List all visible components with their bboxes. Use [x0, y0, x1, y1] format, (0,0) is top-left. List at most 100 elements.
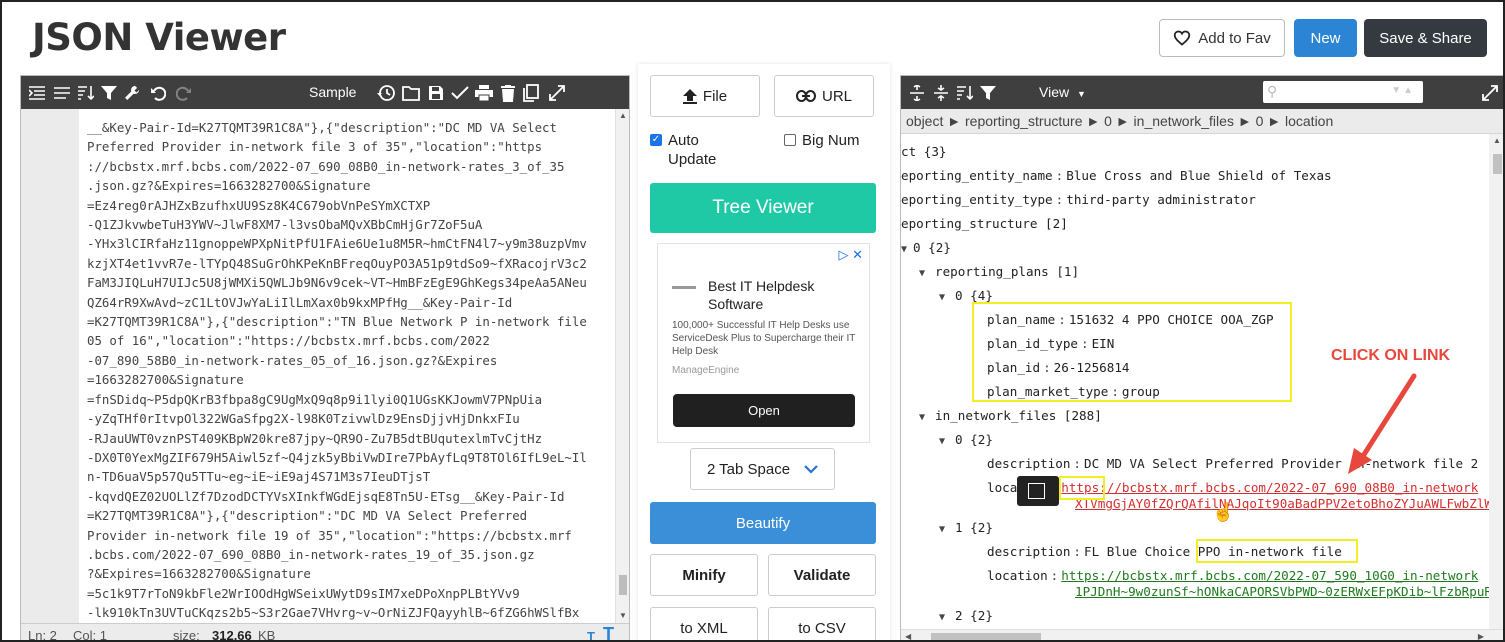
code-line[interactable]: =K27TQMT39R1C8A"},{"description":"TN Blu… [87, 312, 617, 331]
font-smaller-button[interactable]: T [587, 629, 595, 640]
tree-root[interactable]: ct {3} [901, 144, 947, 160]
save-share-button[interactable]: Save & Share [1364, 19, 1487, 57]
view-menu[interactable]: View ▼ [1039, 84, 1086, 100]
check-icon[interactable] [449, 82, 471, 104]
code-line[interactable]: =K27TQMT39R1C8A"},{"description":"DC MD … [87, 506, 617, 525]
expand-icon[interactable] [546, 82, 568, 104]
copy-icon[interactable] [520, 82, 542, 104]
filter-icon[interactable] [98, 82, 120, 104]
expand-all-icon[interactable] [906, 82, 928, 104]
tree-node[interactable]: eporting_entity_name: Blue Cross and Blue… [901, 168, 1332, 184]
tree-scrollbar[interactable]: ▲ [1489, 134, 1503, 629]
code-line[interactable]: -YHx3lCIRfaHz11gnoppeWPXpNitPfU1FAie6Ue1… [87, 234, 617, 253]
tree-node[interactable]: ▼ in_network_files [288] [919, 408, 1102, 426]
undo-icon[interactable] [147, 82, 169, 104]
code-line[interactable]: .bcbs.com/2022-07_690_08B0_in-network-ra… [87, 545, 617, 564]
to-xml-button[interactable]: to XML [650, 607, 758, 640]
redo-icon[interactable] [173, 82, 195, 104]
code-line[interactable]: __&Key-Pair-Id=K27TQMT39R1C8A"},{"descri… [87, 118, 617, 137]
tree-node[interactable]: eporting_structure [2] [901, 216, 1068, 232]
ad-choices-icon[interactable]: ▷ ✕ [838, 247, 863, 263]
collapse-all-icon[interactable] [930, 82, 952, 104]
tree-node[interactable]: ▼ 1 {2} [939, 520, 993, 538]
code-line[interactable]: -RJauUWT0vznPST409KBpW20kre87jpy~QR9O-Zu… [87, 429, 617, 448]
history-icon[interactable] [375, 82, 397, 104]
breadcrumb[interactable]: object ► reporting_structure ► 0 ► in_ne… [901, 109, 1503, 134]
location-link[interactable]: https://bcbstx.mrf.bcbs.com/2022-07_690_… [1061, 480, 1478, 495]
code-line[interactable]: =Ez4reg0rAJHZxBzufhxUU9Sz8K4C679obVnPeSY… [87, 196, 617, 215]
code-line[interactable]: n-TD6uaV5p57Qu5TTu~eg~iE~iE9aj4S71M3s7Ie… [87, 467, 617, 486]
minify-button[interactable]: Minify [650, 554, 758, 596]
scroll-right-icon[interactable]: ▶ [1478, 632, 1484, 640]
tree-leaf[interactable]: location:https://bcbstx.mrf.bcbs.com/202… [987, 568, 1478, 584]
tree-leaf-continued[interactable]: 1PJDnH~9w0zunSf~hONkaCAPORSVbPWD~0zERWxE… [1075, 584, 1491, 600]
tree-node[interactable]: ▼ 2 {2} [939, 608, 993, 626]
scroll-down-icon[interactable]: ▼ [616, 609, 629, 623]
save-icon[interactable] [425, 82, 447, 104]
tree-search-input[interactable]: ⚲ ▼▲ [1263, 81, 1423, 103]
scroll-up-icon[interactable]: ▲ [616, 109, 629, 123]
search-nav-icon[interactable]: ▼▲ [1391, 85, 1415, 96]
code-text[interactable]: __&Key-Pair-Id=K27TQMT39R1C8A"},{"descri… [87, 118, 617, 623]
code-editor[interactable]: __&Key-Pair-Id=K27TQMT39R1C8A"},{"descri… [21, 109, 629, 623]
code-line[interactable]: -lk910kTn3UVTuCKqzs2b5~S3r2Gae7VHvrg~v~O… [87, 603, 617, 622]
file-button[interactable]: File [650, 75, 760, 117]
wrench-icon[interactable] [121, 82, 143, 104]
sort-icon[interactable] [75, 82, 97, 104]
tree-node[interactable]: ▼ reporting_plans [1] [919, 264, 1079, 282]
sample-button[interactable]: Sample [309, 84, 356, 100]
location-link-continued[interactable]: XTVmgGjAY0fZQrQAfilNAJqoIt90aBadPPV2etoB… [1075, 496, 1491, 511]
validate-button[interactable]: Validate [768, 554, 876, 596]
sort-icon[interactable] [954, 82, 976, 104]
code-line[interactable]: -yZqTHf0rItvpOl322WGaSfpg2X-l98K0TzivwlD… [87, 409, 617, 428]
code-line[interactable]: FaM3JIQLuH7UIJc5U8jWMXi5QWLJb9N6v9cek~VT… [87, 273, 617, 292]
ad-title[interactable]: Best IT Helpdesk Software [708, 277, 858, 313]
tab-space-select[interactable]: 2 Tab Space [690, 448, 835, 490]
code-line[interactable]: kzjXT4et1vvR7e-lTYpQ48SuGrOhKPeKnBFreqOu… [87, 254, 617, 273]
code-line[interactable]: ?&Expires=1663282700&Signature [87, 564, 617, 583]
ad-open-button[interactable]: Open [673, 394, 855, 427]
scrollbar-thumb[interactable] [1493, 154, 1502, 174]
code-line[interactable]: -DX0T0YexMgZIF679H5Aiwl5zf~Q4jzk5yBbiVwD… [87, 448, 617, 467]
font-larger-button[interactable]: T [603, 624, 614, 640]
code-line[interactable]: QZ64rR9XwAvd~zC1LtOVJwYaLiIlLmXax0b9kxMP… [87, 293, 617, 312]
url-button[interactable]: URL [774, 75, 874, 117]
tree-viewer-button[interactable]: Tree Viewer [650, 183, 876, 233]
folder-icon[interactable] [400, 82, 422, 104]
scroll-left-icon[interactable]: ◀ [905, 632, 911, 640]
location-link-continued[interactable]: 1PJDnH~9w0zunSf~hONkaCAPORSVbPWD~0zERWxE… [1075, 584, 1491, 599]
code-line[interactable]: =fnSDidq~P5dpQKrB3fbpa8gC9UgMxQ9q8p9i1ly… [87, 390, 617, 409]
tree-node[interactable]: eporting_entity_type: third-party adminis… [901, 192, 1256, 208]
trash-icon[interactable] [497, 82, 519, 104]
code-line[interactable]: Preferred Provider in-network file 3 of … [87, 137, 617, 156]
scroll-up-icon[interactable]: ▲ [1493, 136, 1501, 145]
code-line[interactable]: .json.gz?&Expires=1663282700&Signature [87, 176, 617, 195]
location-link[interactable]: https://bcbstx.mrf.bcbs.com/2022-07_590_… [1061, 568, 1478, 583]
code-line[interactable]: -Q1ZJkvwbeTuH3YWV~JlwF8XM7-l3vsObaMQvXBb… [87, 215, 617, 234]
tree-horizontal-scrollbar[interactable]: ◀ ▶ [901, 629, 1503, 640]
code-line[interactable]: -kqvdQEZ02UOLlZf7DzodDCTYVsXInkfWGdEjsqE… [87, 487, 617, 506]
print-icon[interactable] [473, 82, 495, 104]
code-line[interactable]: 05 of 16","location":"https://bcbstx.mrf… [87, 331, 617, 350]
code-line[interactable]: =5c1k9T7rToN9kbFle2WrIOOdHgWSeixUWytD9sI… [87, 584, 617, 603]
code-line[interactable]: -07_890_58B0_in-network-rates_05_of_16.j… [87, 351, 617, 370]
to-csv-button[interactable]: to CSV [768, 607, 876, 640]
new-button[interactable]: New [1294, 19, 1357, 57]
beautify-button[interactable]: Beautify [650, 502, 876, 544]
tree-leaf-continued[interactable]: XTVmgGjAY0fZQrQAfilNAJqoIt90aBadPPV2etoB… [1075, 496, 1491, 512]
compact-icon[interactable] [51, 82, 73, 104]
tree-node[interactable]: ▼ 0 {2} [939, 432, 993, 450]
add-to-fav-button[interactable]: Add to Fav [1159, 19, 1285, 57]
format-indent-icon[interactable] [26, 82, 48, 104]
filter-icon[interactable] [977, 82, 999, 104]
editor-scrollbar[interactable]: ▲ ▼ [615, 109, 629, 623]
code-line[interactable]: ://bcbstx.mrf.bcbs.com/2022-07_690_08B0_… [87, 157, 617, 176]
code-line[interactable]: Provider in-network file 19 of 35","loca… [87, 526, 617, 545]
auto-update-checkbox[interactable]: ✓ Auto Update [650, 131, 750, 169]
tree-node[interactable]: ▼ 0 {2} [901, 240, 951, 258]
scrollbar-thumb[interactable] [619, 575, 627, 595]
scrollbar-thumb[interactable] [931, 633, 1041, 640]
expand-icon[interactable] [1479, 82, 1501, 104]
advertisement[interactable]: ▷ ✕ Best IT Helpdesk Software 100,000+ S… [657, 243, 870, 443]
code-line[interactable]: =1663282700&Signature [87, 370, 617, 389]
